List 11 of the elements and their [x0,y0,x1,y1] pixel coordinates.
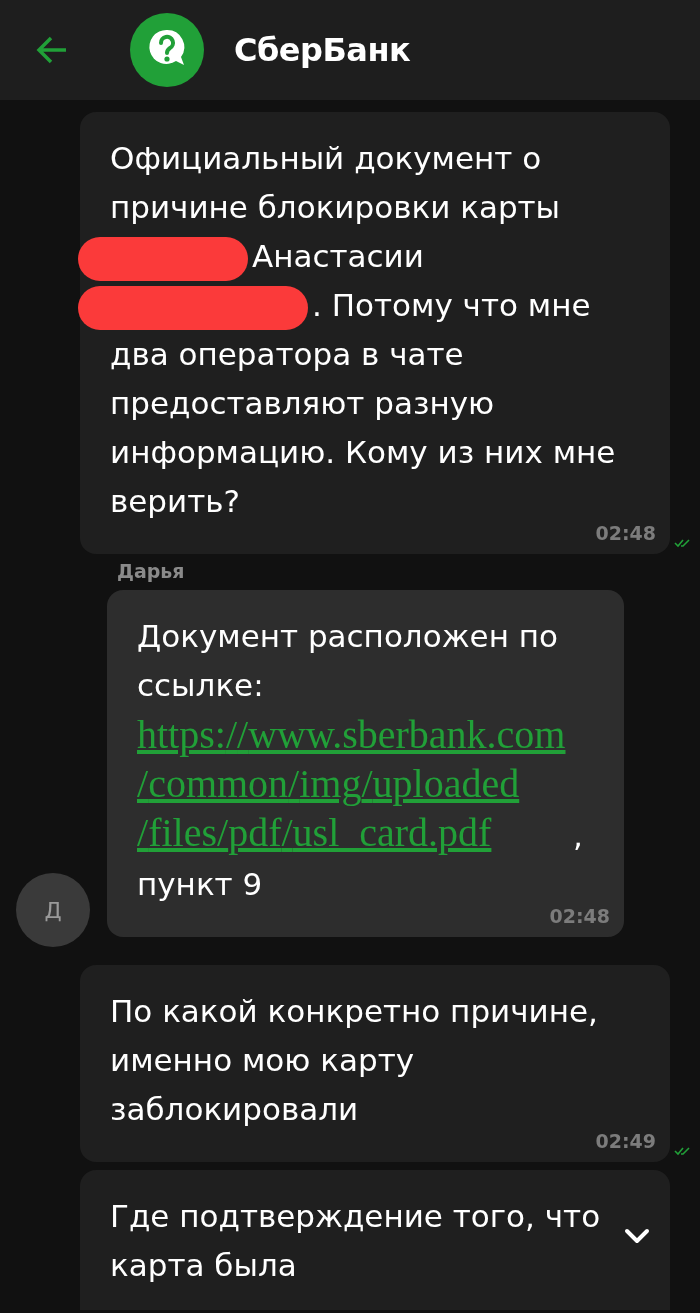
message-time: 02:49 [595,1130,656,1152]
message-time: 02:48 [549,905,610,927]
avatar: Д [16,873,90,947]
message-text: Где подтверждение того, что карта была [110,1197,602,1285]
document-link[interactable]: https://www.sberbank.com/common/img/uploaded/files/pdf/usl_card.pdf [137,710,573,857]
sender-name: Дарья [117,560,185,582]
chat-title: СберБанк [234,31,411,69]
message-text: Документ расположен по ссылке: https://www.sberbank.com/common/img/uploaded/files/pdf/usl_card.pdf , пункт 9 [137,617,584,904]
help-chat-logo-icon [130,13,204,87]
chevron-down-icon[interactable] [624,1228,650,1244]
message-text: По какой конкретно причине, именно мою карту заблокировали [110,992,599,1129]
